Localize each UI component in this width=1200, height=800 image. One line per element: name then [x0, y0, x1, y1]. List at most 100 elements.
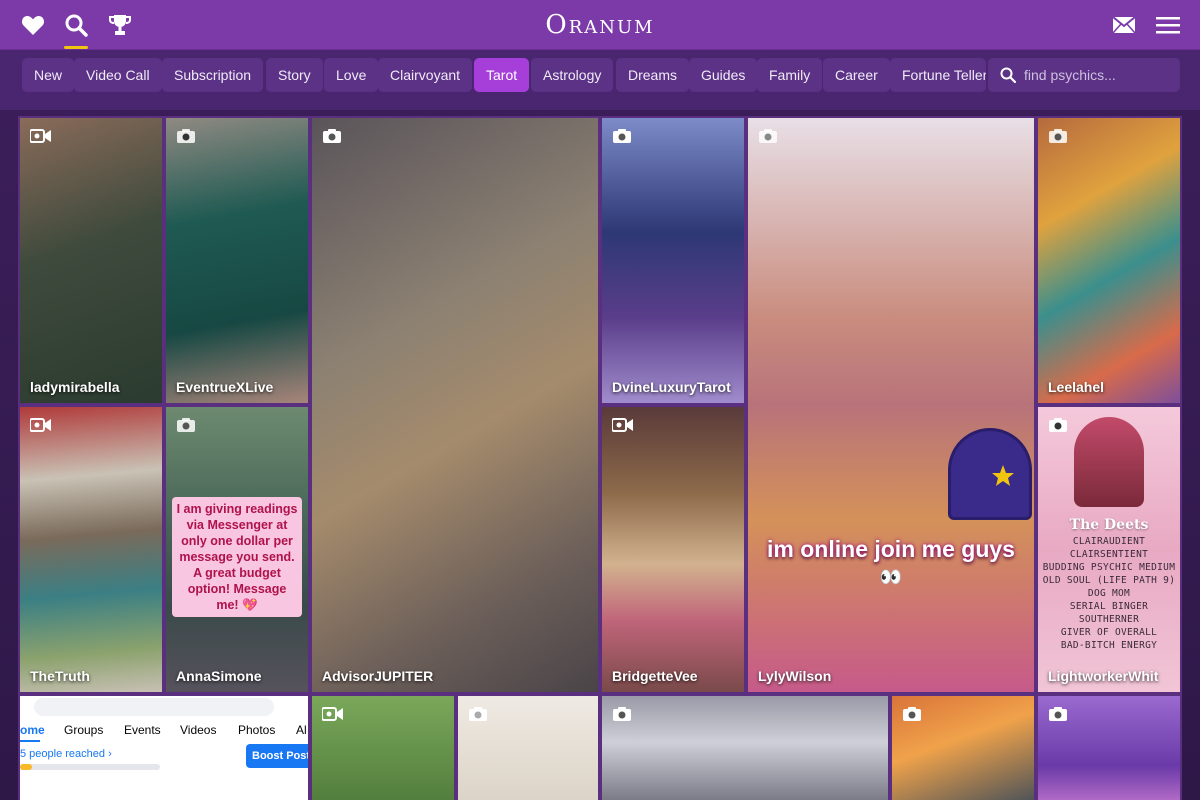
category-label: Dreams — [628, 67, 678, 83]
camera-icon — [323, 129, 341, 143]
psychic-tile-row3-4[interactable] — [600, 694, 890, 800]
camera-icon — [469, 707, 487, 721]
psychic-name: DvineLuxuryTarot — [612, 379, 731, 395]
psychic-tile-lylywilson[interactable]: im online join me guys 👀 LylyWilson — [746, 116, 1036, 694]
category-family[interactable]: Family — [757, 58, 823, 92]
psychic-name: ladymirabella — [30, 379, 120, 395]
category-label: Astrology — [543, 67, 602, 83]
category-new[interactable]: New — [22, 58, 75, 92]
fb-tab: Videos — [180, 723, 217, 737]
menu-icon[interactable] — [1155, 12, 1181, 38]
profile-photo — [1074, 417, 1144, 507]
psychic-name: TheTruth — [30, 668, 90, 684]
psychic-tile-ladymirabella[interactable]: ladymirabella — [18, 116, 164, 405]
video-camera-icon — [322, 707, 343, 721]
search-box[interactable] — [988, 58, 1180, 92]
fb-search-bar — [34, 698, 274, 716]
video-camera-icon — [612, 418, 633, 432]
category-label: New — [34, 67, 63, 83]
logo[interactable]: Oranum — [500, 10, 700, 40]
video-camera-icon — [30, 129, 51, 143]
trophy-icon[interactable] — [107, 12, 133, 38]
fb-active-tab-indicator — [20, 718, 40, 742]
camera-icon — [903, 707, 921, 721]
bio-line: BUDDING PSYCHIC MEDIUM — [1042, 562, 1176, 573]
psychic-tile-lightworkerwhit[interactable]: The Deets CLAIRAUDIENT CLAIRSENTIENT BUD… — [1036, 405, 1182, 694]
fb-tab: Events — [124, 723, 161, 737]
category-label: Subscription — [174, 67, 252, 83]
category-love[interactable]: Love — [324, 58, 379, 92]
psychic-tile-row3-2[interactable] — [310, 694, 456, 800]
camera-icon — [613, 129, 631, 143]
category-label: Tarot — [486, 67, 518, 83]
search-icon — [1000, 67, 1016, 83]
camera-icon — [759, 129, 777, 143]
psychic-name: EventrueXLive — [176, 379, 274, 395]
fb-reach: 5 people reached › — [20, 748, 112, 760]
category-label: Fortune Teller — [902, 67, 986, 83]
category-label: Clairvoyant — [390, 67, 461, 83]
active-tab-indicator — [64, 46, 88, 49]
psychic-tile-eventruexlive[interactable]: EventrueXLive — [164, 116, 310, 405]
psychic-tile-advisorjupiter[interactable]: AdvisorJUPITER — [310, 116, 600, 694]
bio-line: CLAIRSENTIENT — [1069, 549, 1149, 560]
category-dreams[interactable]: Dreams — [616, 58, 690, 92]
psychic-name: AdvisorJUPITER — [322, 668, 434, 684]
category-career[interactable]: Career — [823, 58, 890, 92]
category-tarot[interactable]: Tarot — [474, 58, 530, 92]
fb-boost-button: Boost Post — [246, 744, 308, 768]
fb-progress — [20, 764, 160, 770]
psychic-tile-leelahel[interactable]: Leelahel — [1036, 116, 1182, 405]
search-icon[interactable] — [63, 12, 89, 38]
bio-line: BAD-BITCH ENERGY — [1060, 640, 1158, 651]
video-camera-icon — [30, 418, 51, 432]
category-subscription[interactable]: Subscription — [162, 58, 264, 92]
caption: im online join me guys — [767, 536, 1015, 562]
category-fortune-teller[interactable]: Fortune Teller — [890, 58, 986, 92]
category-video-call[interactable]: Video Call — [74, 58, 162, 92]
camera-icon — [177, 418, 195, 432]
psychic-name: AnnaSimone — [176, 668, 262, 684]
psychic-tile-facebook-screenshot[interactable]: ome Groups Events Videos Photos Al 5 peo… — [18, 694, 310, 800]
psychic-tile-thetruth[interactable]: TheTruth — [18, 405, 164, 694]
category-label: Career — [835, 67, 878, 83]
bio-line: DOG MOM — [1087, 588, 1131, 599]
psychic-tile-dvineluxurytarot[interactable]: DvineLuxuryTarot — [600, 116, 746, 405]
fb-tab: Groups — [64, 723, 104, 737]
psychic-name: BridgetteVee — [612, 668, 698, 684]
category-astrology[interactable]: Astrology — [531, 58, 614, 92]
mail-icon[interactable] — [1111, 12, 1137, 38]
search-input[interactable] — [1024, 58, 1174, 92]
fb-tab: Photos — [238, 723, 276, 737]
category-label: Love — [336, 67, 367, 83]
camera-icon — [177, 129, 195, 143]
bio-card: The Deets CLAIRAUDIENT CLAIRSENTIENT BUD… — [1038, 517, 1180, 652]
moon-star-badge — [948, 428, 1032, 520]
category-bar: New Video Call Subscription Story Love C… — [0, 50, 1200, 110]
category-label: Guides — [701, 67, 746, 83]
category-label: Video Call — [86, 67, 150, 83]
caption-emoji: 👀 — [879, 567, 903, 587]
psychic-grid: ladymirabella EventrueXLive AdvisorJUPIT… — [0, 110, 1200, 800]
category-story[interactable]: Story — [266, 58, 323, 92]
psychic-tile-row3-3[interactable] — [456, 694, 600, 800]
psychic-tile-bridgettevee[interactable]: BridgetteVee — [600, 405, 746, 694]
category-guides[interactable]: Guides — [689, 58, 758, 92]
bio-line: CLAIRAUDIENT — [1072, 536, 1146, 547]
psychic-tile-annasimone[interactable]: I am giving readings via Messenger at on… — [164, 405, 310, 694]
psychic-tile-row3-6[interactable] — [1036, 694, 1182, 800]
heart-icon[interactable] — [20, 12, 46, 38]
promo-card: I am giving readings via Messenger at on… — [172, 497, 302, 617]
psychic-tile-row3-5[interactable] — [890, 694, 1036, 800]
category-clairvoyant[interactable]: Clairvoyant — [378, 58, 473, 92]
bio-title: The Deets — [1069, 517, 1149, 533]
psychic-name: Leelahel — [1048, 379, 1105, 395]
camera-icon — [1049, 418, 1067, 432]
facebook-page-screenshot: ome Groups Events Videos Photos Al 5 peo… — [20, 696, 308, 800]
logo-text: Oranum — [545, 10, 655, 40]
fb-tabs: ome Groups Events Videos Photos Al — [20, 718, 308, 744]
psychic-name: LightworkerWhit — [1048, 668, 1159, 684]
camera-icon — [613, 707, 631, 721]
camera-icon — [1049, 129, 1067, 143]
bio-line: OLD SOUL (LIFE PATH 9) — [1042, 575, 1176, 586]
